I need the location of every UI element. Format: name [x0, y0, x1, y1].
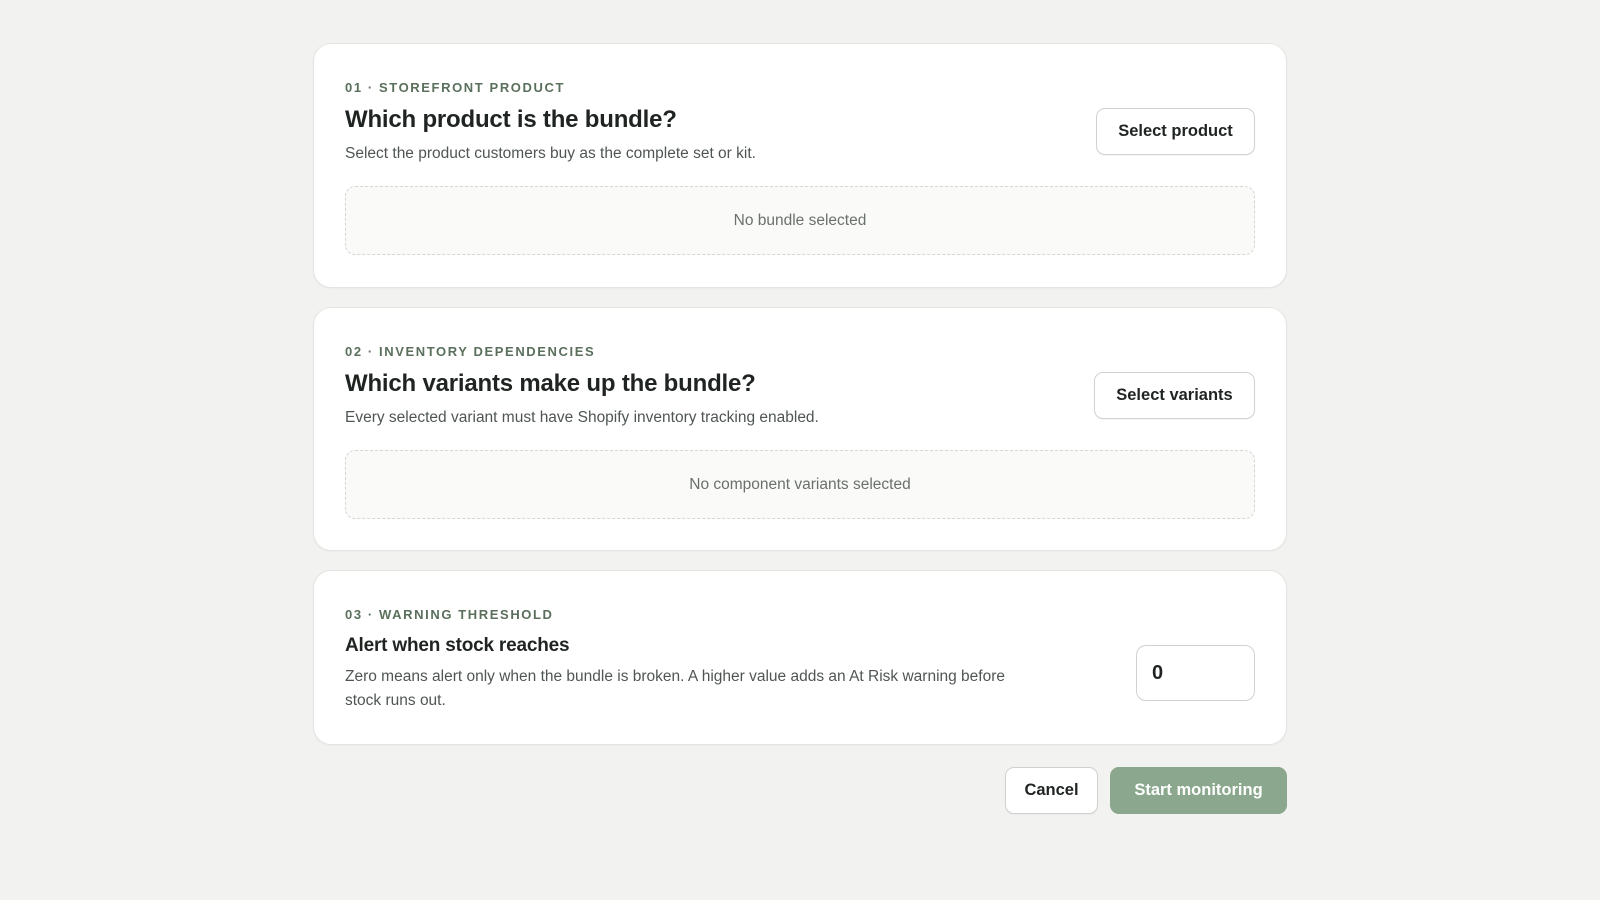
form-actions: Cancel Start monitoring [313, 767, 1287, 815]
step-2-title: Which variants make up the bundle? [345, 370, 756, 397]
step-inventory-dependencies-card: 02 · INVENTORY DEPENDENCIES Which varian… [313, 307, 1287, 551]
step-1-description: Select the product customers buy as the … [345, 145, 756, 162]
variants-empty-text: No component variants selected [689, 475, 911, 493]
bundle-empty-text: No bundle selected [733, 211, 867, 229]
select-product-button[interactable]: Select product [1096, 108, 1255, 155]
bundle-empty-state: No bundle selected [345, 186, 1255, 255]
variants-empty-state: No component variants selected [345, 450, 1255, 519]
step-1-eyebrow: 01 · STOREFRONT PRODUCT [345, 80, 566, 95]
threshold-input[interactable] [1136, 645, 1255, 701]
step-warning-threshold-card: 03 · WARNING THRESHOLD Alert when stock … [313, 570, 1287, 745]
step-1-title: Which product is the bundle? [345, 106, 677, 133]
step-3-eyebrow: 03 · WARNING THRESHOLD [345, 607, 554, 622]
select-variants-button[interactable]: Select variants [1094, 372, 1255, 419]
step-2-description: Every selected variant must have Shopify… [345, 409, 819, 426]
bundle-setup-form: 01 · STOREFRONT PRODUCT Which product is… [313, 43, 1287, 815]
step-storefront-product-card: 01 · STOREFRONT PRODUCT Which product is… [313, 43, 1287, 288]
step-3-description: Zero means alert only when the bundle is… [345, 668, 1006, 709]
step-3-title: Alert when stock reaches [345, 635, 570, 656]
cancel-button[interactable]: Cancel [1005, 767, 1098, 814]
step-2-eyebrow: 02 · INVENTORY DEPENDENCIES [345, 344, 596, 359]
start-monitoring-button[interactable]: Start monitoring [1110, 767, 1287, 814]
